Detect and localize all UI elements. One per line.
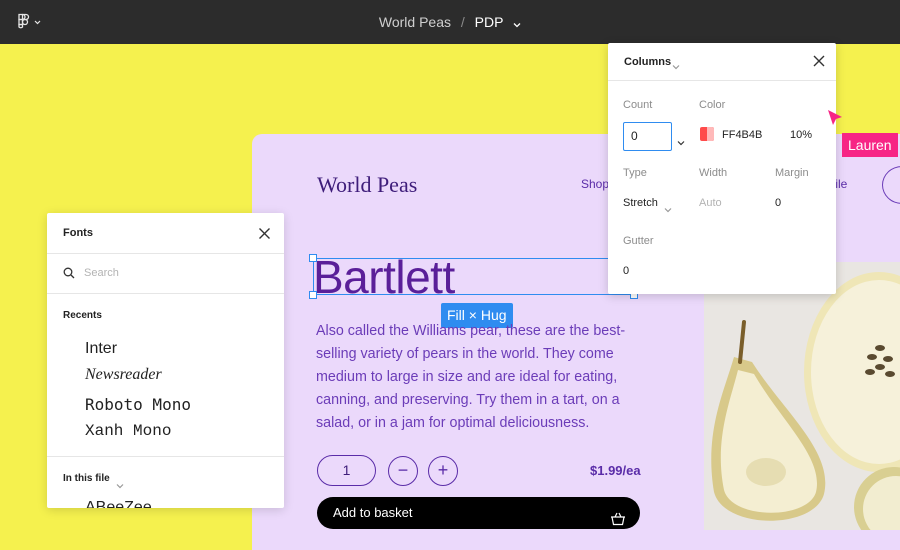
pear-photo [704,262,900,530]
chevron-down-icon [513,15,521,31]
font-item-roboto-mono[interactable]: Roboto Mono [85,395,191,414]
columns-panel-header: Columns [608,43,836,81]
font-search-input[interactable]: Search [84,267,119,279]
divider [47,253,284,254]
columns-panel: Columns Count Color 0 FF4B4B 10% Type Wi… [608,43,836,294]
basket-icon [610,506,626,526]
in-this-file-label[interactable]: In this file [63,473,110,484]
type-label: Type [623,167,647,179]
color-swatch[interactable] [700,127,714,141]
search-icon [63,266,75,279]
count-dropdown-icon[interactable] [677,133,685,151]
selection-box[interactable] [313,258,634,295]
chevron-down-icon[interactable] [116,476,124,494]
width-input[interactable]: Auto [699,197,722,209]
file-name: World Peas [378,14,451,30]
margin-input[interactable]: 0 [775,197,781,209]
divider [47,293,284,294]
increment-button[interactable]: + [428,456,458,486]
close-icon[interactable] [258,227,271,240]
resize-handle-bottom-left[interactable] [309,291,317,299]
brand-logo[interactable]: World Peas [317,172,417,198]
resize-handle-top-left[interactable] [309,254,317,262]
add-to-basket-button[interactable]: Add to basket [317,497,640,529]
font-item-inter[interactable]: Inter [85,340,117,358]
product-description[interactable]: Also called the Williams pear, these are… [316,320,646,435]
count-input[interactable]: 0 [623,122,672,151]
add-to-basket-label: Add to basket [333,505,413,520]
color-opacity-value[interactable]: 10% [790,129,812,141]
quantity-field[interactable]: 1 [317,455,376,486]
margin-label: Margin [775,167,809,179]
collaborator-cursor-icon [826,108,844,128]
font-item-xanh-mono[interactable]: Xanh Mono [85,422,171,440]
recents-label: Recents [63,310,102,321]
product-price: $1.99/ea [590,463,641,478]
chevron-down-icon[interactable] [672,57,680,75]
file-title[interactable]: World Peas / PDP [0,14,900,31]
type-dropdown[interactable]: Stretch [623,197,658,209]
font-item-newsreader[interactable]: Newsreader [85,366,162,384]
gutter-label: Gutter [623,235,654,247]
collaborator-name-tag: Lauren [842,133,898,157]
close-icon[interactable] [812,54,826,68]
nav-shop-link[interactable]: Shop [581,177,609,191]
title-separator: / [460,14,465,30]
font-item-abeezee[interactable]: ABeeZee [85,499,152,508]
gutter-input[interactable]: 0 [623,265,629,277]
columns-panel-title[interactable]: Columns [624,56,671,68]
chevron-down-icon[interactable] [664,200,672,218]
count-label: Count [623,99,653,111]
divider [47,456,284,457]
width-label: Width [699,167,728,179]
page-name: PDP [474,14,504,30]
color-label: Color [699,99,726,111]
fonts-panel: Fonts Search Recents Inter Newsreader Ro… [47,213,284,508]
fonts-panel-title: Fonts [63,227,93,239]
toolbar: World Peas / PDP [0,0,900,44]
decrement-button[interactable]: − [388,456,418,486]
color-hex-value[interactable]: FF4B4B [722,129,762,141]
